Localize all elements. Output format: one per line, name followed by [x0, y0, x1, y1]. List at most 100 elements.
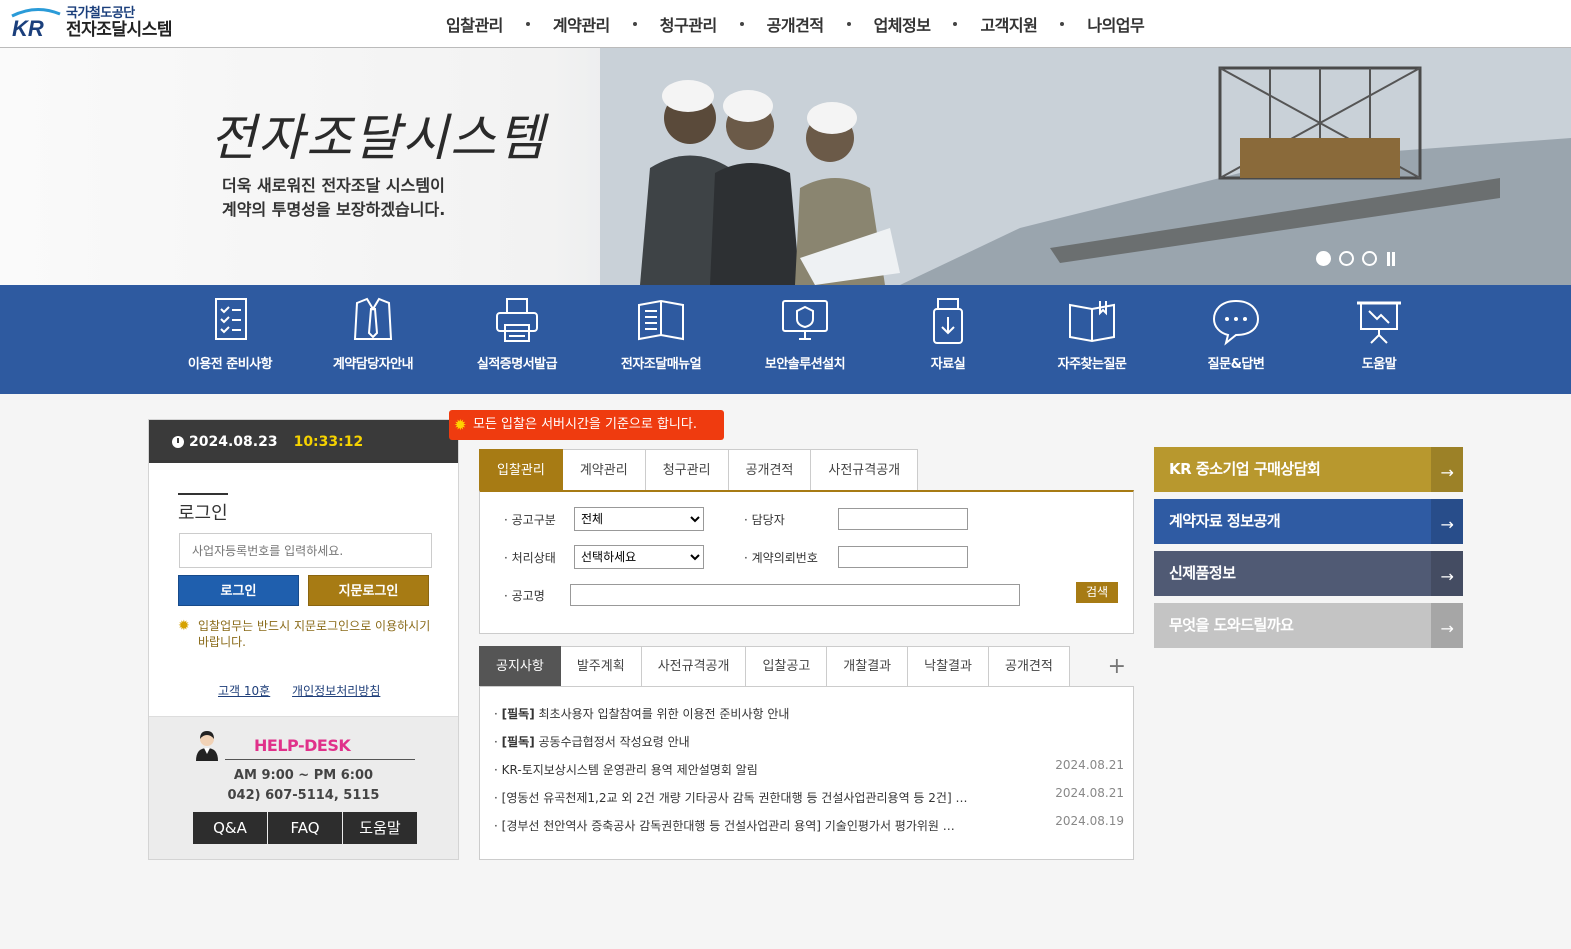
business-number-input[interactable] [179, 533, 432, 568]
printer-icon [496, 298, 538, 342]
tab-claim-management[interactable]: 청구관리 [645, 449, 729, 491]
nav-public-quote[interactable]: 공개견적 [767, 12, 824, 36]
tab-open-quote[interactable]: 공개견적 [988, 646, 1070, 687]
quick-item-preparation[interactable]: 이용전 준비사항 [165, 295, 295, 372]
board-tabs: 공지사항 발주계획 사전규격공개 입찰공고 개찰결과 낙찰결과 공개견적 + [479, 646, 1134, 687]
link-label: KR 중소기업 구매상담회 [1169, 460, 1321, 478]
quick-item-archive[interactable]: 자료실 [883, 295, 1013, 372]
fingerprint-login-button[interactable]: 지문로그인 [308, 575, 429, 606]
notice-type-select[interactable]: 전체 [574, 507, 704, 531]
tab-bid-management[interactable]: 입찰관리 [479, 449, 563, 491]
qna-button[interactable]: Q&A [193, 812, 267, 844]
server-time-notice: ✹ 모든 입찰은 서버시간을 기준으로 합니다. [449, 410, 724, 440]
help-button[interactable]: 도움말 [343, 812, 417, 844]
tab-award-result[interactable]: 낙찰결과 [908, 646, 989, 687]
search-button[interactable]: 검색 [1076, 582, 1118, 603]
helpdesk-phone: 042) 607-5114, 5115 [227, 788, 380, 803]
sme-purchase-consultation-link[interactable]: KR 중소기업 구매상담회 → [1154, 447, 1463, 492]
banner-title: 전자조달시스템 [210, 109, 546, 167]
notice-tag: [필독] [501, 735, 535, 749]
logo[interactable]: KR 국가철도공단 전자조달시스템 [10, 6, 172, 39]
notice-title: 공동수급협정서 작성요령 안내 [534, 735, 690, 749]
helpdesk-divider [225, 759, 415, 760]
notice-date: 2024.08.21 [1055, 758, 1124, 772]
clock-date: 2024.08.23 [189, 433, 278, 450]
quick-label: 전자조달매뉴얼 [620, 357, 702, 372]
quick-label: 계약담당자안내 [332, 357, 414, 372]
monitor-shield-icon [782, 300, 828, 340]
notice-title: [영동선 유곡천제1,2교 외 2건 개량 기타공사 감독 권한대행 등 건설사… [501, 791, 968, 805]
status-label: · 처리상태 [504, 551, 556, 565]
login-title: 로그인 [178, 493, 228, 525]
server-clock: 2024.08.23 10:33:12 [149, 420, 458, 463]
operator-avatar-icon [196, 731, 218, 761]
tab-contract-management[interactable]: 계약관리 [562, 449, 646, 491]
quick-item-certificate[interactable]: 실적증명서발급 [452, 295, 582, 372]
notice-tag: [필독] [501, 707, 535, 721]
tab-bid-notice[interactable]: 입찰공고 [746, 646, 828, 687]
quick-item-qna[interactable]: 질문&답변 [1171, 295, 1301, 372]
nav-separator [632, 22, 637, 26]
quick-item-contract-manager[interactable]: 계약담당자안내 [308, 295, 438, 372]
link-label: 신제품정보 [1169, 564, 1236, 582]
new-product-info-link[interactable]: 신제품정보 → [1154, 551, 1463, 596]
faq-button[interactable]: FAQ [268, 812, 342, 844]
contract-request-number-input[interactable] [838, 546, 968, 568]
quick-label: 자료실 [930, 357, 966, 372]
nav-contract-management[interactable]: 계약관리 [553, 12, 610, 36]
status-select[interactable]: 선택하세요 [574, 545, 704, 569]
notice-name-input[interactable] [570, 584, 1020, 606]
quick-item-manual[interactable]: 전자조달매뉴얼 [596, 295, 726, 372]
quick-label: 실적증명서발급 [476, 357, 558, 372]
header: KR 국가철도공단 전자조달시스템 입찰관리 계약관리 청구관리 공개견적 업체… [0, 0, 1571, 48]
nav-separator [525, 22, 530, 26]
tab-order-plan[interactable]: 발주계획 [560, 646, 642, 687]
privacy-policy-link[interactable]: 개인정보처리방침 [292, 684, 380, 698]
tab-pre-spec[interactable]: 사전규격공개 [641, 646, 747, 687]
nav-customer-support[interactable]: 고객지원 [980, 12, 1037, 36]
nav-my-work[interactable]: 나의업무 [1087, 12, 1144, 36]
pause-icon[interactable] [1385, 251, 1397, 266]
arrow-right-icon: → [1431, 551, 1463, 596]
lightbulb-icon: ✹ [454, 416, 467, 434]
presentation-icon [1357, 301, 1401, 344]
bullet: · [494, 791, 502, 805]
helpdesk-buttons: Q&A FAQ 도움말 [193, 812, 418, 844]
bullet: · [494, 819, 502, 833]
help-desk-link[interactable]: 무엇을 도와드릴까요 → [1154, 603, 1463, 648]
customer-ten-rules-link[interactable]: 고객 10훈 [218, 684, 270, 698]
clock-icon [172, 435, 184, 448]
nav-separator [953, 22, 958, 26]
tab-notices[interactable]: 공지사항 [479, 646, 561, 687]
tab-opening-result[interactable]: 개찰결과 [827, 646, 909, 687]
slide-dot-3[interactable] [1362, 251, 1377, 266]
helpdesk: HELP-DESK AM 9:00 ~ PM 6:00 042) 607-511… [149, 716, 458, 859]
notice-title: KR-토지보상시스템 운영관리 용역 제안설명회 알림 [501, 763, 758, 777]
login-button[interactable]: 로그인 [178, 575, 299, 606]
link-label: 무엇을 도와드릴까요 [1169, 616, 1294, 634]
checklist-icon [215, 298, 247, 340]
banner-construction-illustration [600, 48, 1571, 285]
quick-item-help[interactable]: 도움말 [1314, 295, 1444, 372]
login-notice: ✹ 입찰업무는 반드시 지문로그인으로 이용하시기 바랍니다. [178, 618, 443, 650]
manager-input[interactable] [838, 508, 968, 530]
contract-request-number-label: · 계약의뢰번호 [744, 551, 818, 565]
quick-item-faq[interactable]: 자주찾는질문 [1027, 295, 1157, 372]
quick-item-security[interactable]: 보안솔루션설치 [740, 295, 870, 372]
nav-claim-management[interactable]: 청구관리 [660, 12, 717, 36]
quick-menu: 이용전 준비사항 계약담당자안내 실적증명서발급 전자조달매뉴얼 보안솔루션설치… [0, 285, 1571, 394]
slide-dot-2[interactable] [1339, 251, 1354, 266]
tab-public-quote[interactable]: 공개견적 [728, 449, 812, 491]
quick-label: 도움말 [1361, 357, 1397, 372]
usb-icon [933, 298, 963, 344]
notice-board: · [필독] 최초사용자 입찰참여를 위한 이용전 준비사항 안내 · [필독]… [479, 686, 1134, 860]
nav-company-info[interactable]: 업체정보 [874, 12, 931, 36]
server-time-notice-text: 모든 입찰은 서버시간을 기준으로 합니다. [473, 417, 697, 432]
notice-title: 최초사용자 입찰참여를 위한 이용전 준비사항 안내 [534, 707, 790, 721]
contract-data-disclosure-link[interactable]: 계약자료 정보공개 → [1154, 499, 1463, 544]
nav-bid-management[interactable]: 입찰관리 [446, 12, 503, 36]
more-plus-icon[interactable]: + [1108, 654, 1126, 679]
tab-pre-specification[interactable]: 사전규격공개 [811, 449, 919, 491]
lightbulb-icon: ✹ [178, 618, 190, 634]
slide-dot-1[interactable] [1316, 251, 1331, 266]
